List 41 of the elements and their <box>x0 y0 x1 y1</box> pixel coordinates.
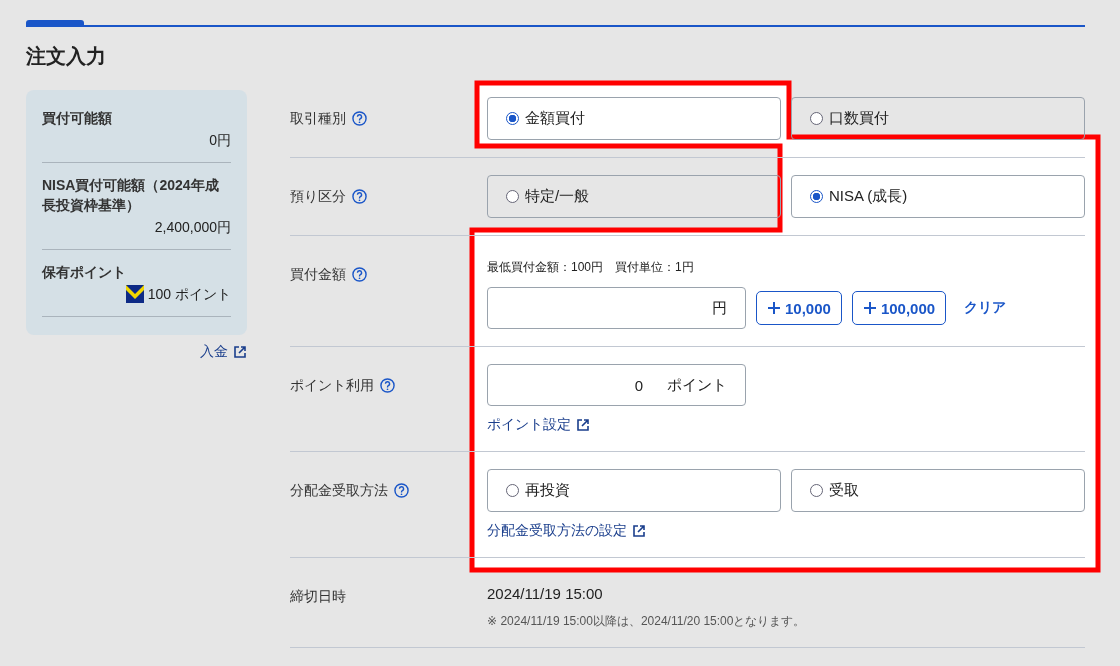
help-icon[interactable] <box>380 378 395 393</box>
deadline-value: 2024/11/19 15:00 <box>487 584 604 604</box>
plus-icon <box>767 301 781 315</box>
radio-option[interactable]: 口数買付 <box>791 97 1085 140</box>
help-icon[interactable] <box>394 483 409 498</box>
external-link-icon <box>233 345 247 359</box>
field-label: 預り区分 <box>290 187 346 206</box>
clear-link[interactable]: クリア <box>964 299 1007 317</box>
point-card-icon <box>125 285 144 303</box>
help-icon[interactable] <box>352 267 367 282</box>
plus-icon <box>862 301 877 315</box>
radio-option[interactable]: 受取 <box>791 469 1085 512</box>
deposit-link[interactable]: 入金 <box>200 343 247 361</box>
field-label: ポイント利用 <box>290 376 374 395</box>
balance-label: 買付可能額 <box>42 109 113 128</box>
field-label: 買付金額 <box>290 265 346 284</box>
balance-label: NISA買付可能額（2024年成長投資枠基準） <box>42 176 220 215</box>
balance-label: 保有ポイント <box>42 263 127 282</box>
radio-option[interactable]: NISA (成長) <box>791 175 1085 218</box>
radio-option[interactable]: 再投資 <box>487 469 781 512</box>
radio-option[interactable]: 金額買付 <box>487 97 781 140</box>
external-link-icon <box>576 418 590 432</box>
points-field[interactable]: 0 ポイント <box>487 364 746 406</box>
amount-hint: 最低買付金額：100円 買付単位：1円 <box>487 259 695 275</box>
balance-value: 100 ポイント <box>147 285 231 304</box>
radio-option[interactable]: 特定/一般 <box>487 175 781 218</box>
help-icon[interactable] <box>352 111 367 126</box>
settings-link[interactable]: 分配金受取方法の設定 <box>487 522 646 540</box>
field-label: 分配金受取方法 <box>290 481 388 500</box>
field-label: 取引種別 <box>290 109 346 128</box>
field-label: 締切日時 <box>290 587 346 606</box>
amount-field[interactable]: 円 <box>487 287 746 329</box>
point-settings-link[interactable]: ポイント設定 <box>487 416 590 434</box>
add-amount-button[interactable]: 100,000 <box>851 291 947 325</box>
external-link-icon <box>632 524 646 538</box>
balance-value: 2,400,000円 <box>154 218 231 237</box>
add-amount-button[interactable]: 10,000 <box>756 291 842 325</box>
balance-value: 0円 <box>209 131 231 150</box>
help-icon[interactable] <box>352 189 367 204</box>
page-title: 注文入力 <box>26 44 107 69</box>
deadline-note: ※ 2024/11/19 15:00以降は、2024/11/20 15:00となります。 <box>487 613 807 630</box>
